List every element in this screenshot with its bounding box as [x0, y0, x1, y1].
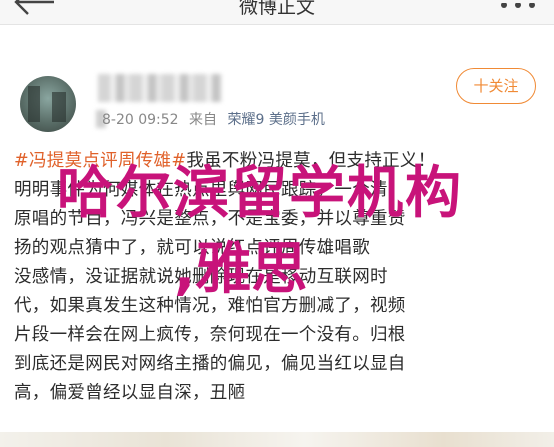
body-line: 片段一样会在网上疯传，奈何现在一个没有。归根	[14, 325, 406, 345]
source-prefix: 来自	[189, 112, 218, 128]
follow-button[interactable]: 十关注	[456, 68, 536, 104]
avatar[interactable]	[20, 76, 76, 132]
more-icon[interactable]	[498, 3, 538, 13]
post-source[interactable]: 荣耀9 美颜手机	[227, 112, 324, 128]
post-meta: 8-20 09:52 来自 荣耀9 美颜手机	[102, 109, 331, 129]
top-bar: 微博正文	[0, 0, 554, 25]
watermark-line-2: ,雅思	[174, 237, 308, 302]
body-line: 到底还是网民对网络主播的偏见，偏见当红以显自	[14, 354, 406, 374]
post-time: 8-20 09:52	[102, 112, 179, 128]
watermark-line-1: 哈尔滨留学机构	[57, 161, 463, 226]
username-redacted[interactable]	[98, 74, 222, 102]
body-line: 高，偏爱曾经以显自深，丑陋	[14, 383, 246, 403]
page-title: 微博正文	[238, 0, 315, 18]
attached-image-strip[interactable]	[0, 432, 554, 447]
